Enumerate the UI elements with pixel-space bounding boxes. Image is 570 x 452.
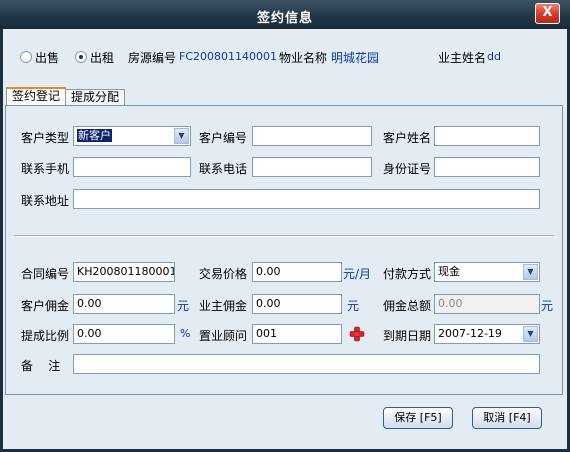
close-icon: X	[542, 5, 553, 20]
tab-commission-allocation[interactable]: 提成分配	[65, 89, 126, 105]
price-input[interactable]: 0.00	[252, 262, 342, 282]
contract-no-label: 合同编号	[21, 267, 70, 281]
title-bar[interactable]: 签约信息 X	[0, 0, 570, 29]
section-divider	[14, 235, 554, 237]
property-name-label: 物业名称	[279, 51, 328, 65]
price-unit: 元/月	[343, 267, 372, 281]
tab-bar: 签约登记 提成分配	[3, 87, 567, 105]
customer-no-label: 客户编号	[199, 131, 248, 145]
radio-rent-label[interactable]: 出租	[90, 49, 114, 66]
commission-ratio-input[interactable]: 0.00	[73, 324, 175, 344]
customer-type-value: 新客户	[77, 129, 112, 142]
radio-sale-label[interactable]: 出售	[35, 49, 59, 66]
owner-commission-label: 业主佣金	[199, 299, 248, 313]
radio-rent[interactable]	[75, 51, 87, 63]
close-button[interactable]: X	[535, 3, 560, 24]
payment-method-label: 付款方式	[383, 267, 432, 281]
customer-type-label: 客户类型	[21, 131, 70, 145]
id-card-label: 身份证号	[383, 162, 432, 176]
source-no-label: 房源编号	[128, 51, 177, 65]
customer-name-input[interactable]	[434, 126, 540, 146]
customer-no-input[interactable]	[252, 126, 372, 146]
total-commission-label: 佣金总额	[383, 299, 432, 313]
chevron-down-icon[interactable]: ▼	[523, 264, 538, 280]
customer-commission-label: 客户佣金	[21, 299, 70, 313]
dialog-footer: 保存 [F5] 取消 [F4]	[3, 395, 567, 449]
remark-label: 备 注	[21, 359, 61, 373]
radio-sale[interactable]	[20, 51, 32, 63]
address-input[interactable]	[73, 189, 540, 209]
mobile-input[interactable]	[73, 157, 191, 177]
source-no-value: FC200801140001	[179, 50, 277, 63]
total-commission-unit: 元	[541, 299, 554, 313]
owner-name-label: 业主姓名	[438, 51, 487, 65]
payment-method-value: 现金	[438, 265, 460, 278]
dialog-window: 签约信息 X 出售 出租 房源编号 FC200801140001 物业名称 明城…	[0, 0, 570, 452]
consultant-label: 置业顾问	[199, 329, 248, 343]
address-label: 联系地址	[21, 194, 70, 208]
phone-label: 联系电话	[199, 162, 248, 176]
chevron-down-icon[interactable]: ▼	[523, 326, 538, 342]
due-date-label: 到期日期	[383, 329, 432, 343]
customer-name-label: 客户姓名	[383, 131, 432, 145]
total-commission-input: 0.00	[434, 294, 540, 314]
customer-commission-unit: 元	[177, 299, 190, 313]
owner-name-value: dd	[487, 50, 501, 63]
due-date-value: 2007-12-19	[438, 327, 502, 340]
commission-ratio-label: 提成比例	[21, 329, 70, 343]
cancel-button[interactable]: 取消 [F4]	[472, 407, 542, 429]
mobile-label: 联系手机	[21, 162, 70, 176]
commission-ratio-unit: %	[180, 327, 191, 340]
tab-contract-register[interactable]: 签约登记	[6, 87, 67, 105]
payment-method-select[interactable]: 现金 ▼	[434, 262, 540, 282]
contract-register-panel: 客户类型 新客户 ▼ 客户编号 客户姓名 联系手机 联系电话 身份证号 联系地址…	[5, 105, 563, 395]
remark-input[interactable]	[73, 354, 540, 374]
owner-commission-unit: 元	[347, 299, 360, 313]
phone-input[interactable]	[252, 157, 372, 177]
consultant-input[interactable]: 001	[252, 324, 342, 344]
plus-icon[interactable]	[349, 326, 365, 342]
due-date-picker[interactable]: 2007-12-19 ▼	[434, 324, 540, 344]
property-name-value: 明城花园	[331, 51, 380, 65]
property-info-bar: 出售 出租 房源编号 FC200801140001 物业名称 明城花园 业主姓名…	[3, 29, 567, 87]
customer-commission-input[interactable]: 0.00	[73, 294, 175, 314]
owner-commission-input[interactable]: 0.00	[252, 294, 342, 314]
window-title: 签约信息	[256, 11, 313, 26]
chevron-down-icon[interactable]: ▼	[174, 128, 189, 144]
save-button[interactable]: 保存 [F5]	[383, 407, 453, 429]
contract-no-input[interactable]: KH200801180001	[73, 262, 175, 282]
price-label: 交易价格	[199, 267, 248, 281]
dialog-body: 出售 出租 房源编号 FC200801140001 物业名称 明城花园 业主姓名…	[3, 29, 567, 449]
id-card-input[interactable]	[434, 157, 540, 177]
customer-type-select[interactable]: 新客户 ▼	[73, 126, 191, 146]
